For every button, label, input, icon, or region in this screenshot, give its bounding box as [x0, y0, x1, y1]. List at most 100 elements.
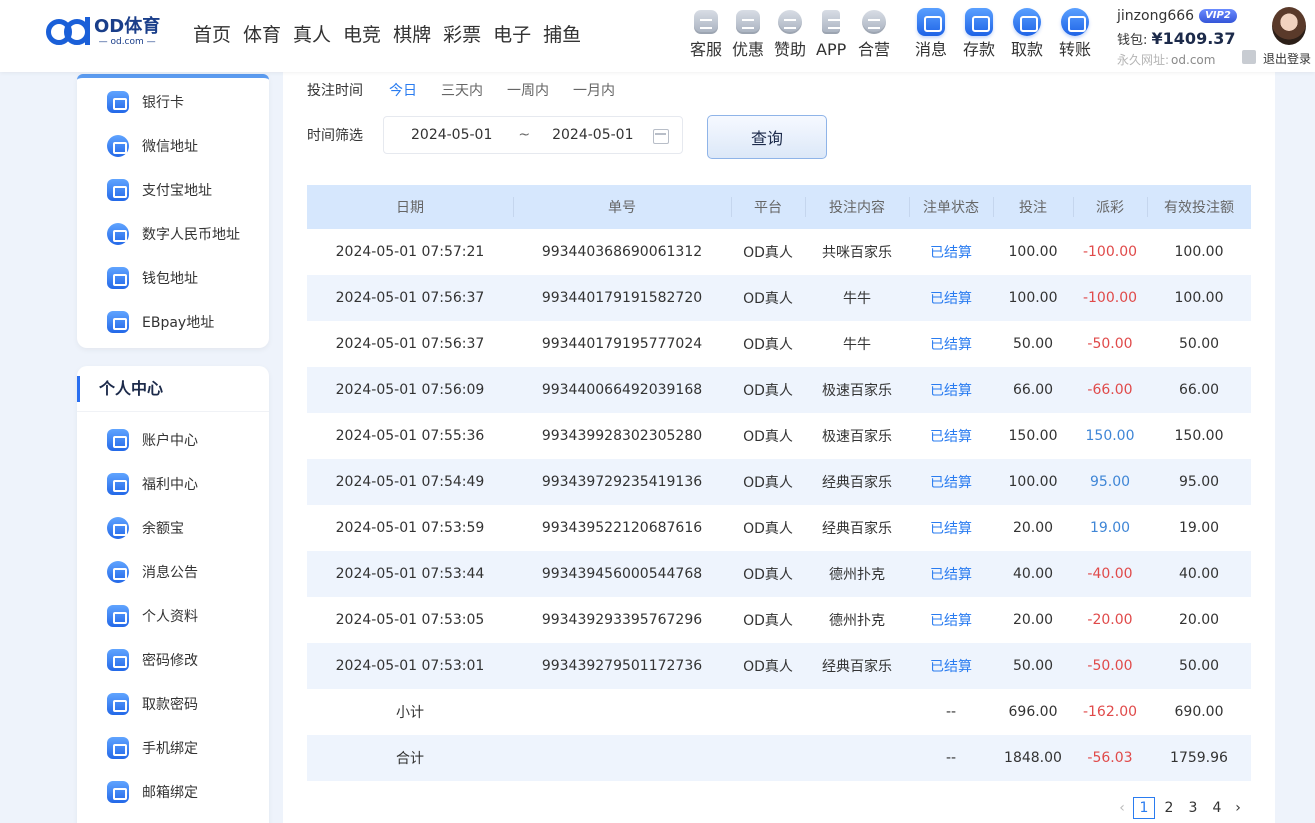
- crypto-wallet-icon: [107, 267, 129, 289]
- wechat-icon: [107, 135, 129, 157]
- cell-date: 2024-05-01 07:54:49: [335, 474, 485, 490]
- subtotal-bet: 696.00: [1008, 704, 1058, 720]
- cell-status: 已结算: [930, 659, 972, 675]
- action-messages[interactable]: 消息: [915, 8, 947, 60]
- empty-cell: [513, 735, 731, 781]
- welfare-icon: [107, 473, 129, 495]
- sidebar-item-digital-rmb[interactable]: 数字人民币地址: [107, 222, 240, 246]
- quick-promo-label: 优惠: [732, 40, 765, 59]
- action-deposit[interactable]: 存款: [963, 8, 995, 60]
- page-3[interactable]: 3: [1181, 800, 1205, 816]
- action-transfer-label: 转账: [1059, 40, 1092, 59]
- nav-live[interactable]: 真人: [293, 22, 331, 48]
- cell-bet-content: 经典百家乐: [822, 659, 892, 675]
- range-3days[interactable]: 三天内: [441, 80, 483, 100]
- sidebar-item-bank-card[interactable]: 银行卡: [107, 90, 184, 114]
- cell-bet-content: 德州扑克: [829, 613, 885, 629]
- sidebar-item-label: 福利中心: [142, 477, 198, 493]
- page-2[interactable]: 2: [1157, 800, 1181, 816]
- sidebar-item-label: 数字人民币地址: [142, 227, 240, 243]
- logout-link[interactable]: 退出登录: [1263, 50, 1311, 67]
- subtotal-label: 小计: [396, 705, 424, 721]
- phone-icon: [822, 10, 841, 34]
- total-row: 合计 -- 1848.00 -56.03 1759.96: [307, 735, 1251, 781]
- handshake-icon: [862, 10, 886, 34]
- prev-page-icon[interactable]: ‹: [1113, 800, 1131, 816]
- cell-bet: 50.00: [1012, 658, 1054, 674]
- cell-bet: 20.00: [1012, 612, 1054, 628]
- quick-app[interactable]: APP: [816, 8, 846, 60]
- quick-promo[interactable]: 优惠: [732, 8, 764, 60]
- cell-bet-content: 经典百家乐: [822, 475, 892, 491]
- main-nav: 首页 体育 真人 电竞 棋牌 彩票 电子 捕鱼: [193, 22, 593, 48]
- end-date[interactable]: 2024-05-01: [552, 127, 633, 143]
- page-1[interactable]: 1: [1133, 797, 1155, 819]
- cell-date: 2024-05-01 07:53:44: [335, 566, 485, 582]
- range-today[interactable]: 今日: [389, 80, 417, 100]
- logo-name: OD体育: [94, 16, 161, 37]
- sidebar-item-password[interactable]: 密码修改: [107, 648, 198, 672]
- sidebar-item-label: 个人资料: [142, 609, 198, 625]
- cell-bet-content: 极速百家乐: [822, 429, 892, 445]
- cell-payout: -100.00: [1082, 290, 1138, 306]
- nav-fishing[interactable]: 捕鱼: [543, 22, 581, 48]
- sidebar-item-account[interactable]: 账户中心: [107, 428, 198, 452]
- search-icon[interactable]: [1242, 50, 1256, 64]
- quick-service[interactable]: 客服: [690, 8, 722, 60]
- sidebar-item-wallet-address[interactable]: 钱包地址: [107, 266, 198, 290]
- nav-sports[interactable]: 体育: [243, 22, 281, 48]
- page-4[interactable]: 4: [1205, 800, 1229, 816]
- table-body: 2024-05-01 07:57:21 993440368690061312 OD真…: [307, 229, 1251, 781]
- bank-card-icon: [107, 91, 129, 113]
- sidebar-item-wechat[interactable]: 微信地址: [107, 134, 198, 158]
- action-withdraw[interactable]: 取款: [1011, 8, 1043, 60]
- quick-sponsor[interactable]: 赞助: [774, 8, 806, 60]
- digital-rmb-icon: [107, 223, 129, 245]
- lock-icon: [107, 649, 129, 671]
- col-bet: 投注: [993, 185, 1073, 229]
- cell-bet: 100.00: [1008, 474, 1058, 490]
- action-messages-label: 消息: [915, 40, 948, 59]
- sidebar-item-ebpay[interactable]: EBpay地址: [107, 310, 214, 334]
- time-filter-label: 时间筛选: [307, 128, 363, 144]
- cell-payout: -66.00: [1087, 382, 1133, 398]
- date-separator: ~: [518, 127, 531, 143]
- subtotal-payout: -162.00: [1082, 704, 1138, 720]
- od-logo[interactable]: OD体育 — od.com —: [46, 16, 160, 48]
- start-date[interactable]: 2024-05-01: [411, 127, 492, 143]
- sidebar-item-label: 账户中心: [142, 433, 198, 449]
- nav-home[interactable]: 首页: [193, 22, 231, 48]
- sidebar-item-notices[interactable]: 消息公告: [107, 560, 198, 584]
- date-range-picker[interactable]: 2024-05-01 ~ 2024-05-01: [383, 116, 683, 154]
- sidebar-item-phone-bind[interactable]: 手机绑定: [107, 736, 198, 760]
- nav-lottery[interactable]: 彩票: [443, 22, 481, 48]
- cell-payout: 19.00: [1089, 520, 1131, 536]
- balance-value: ¥1409.37: [1151, 29, 1236, 48]
- quick-partner[interactable]: 合营: [858, 8, 890, 60]
- range-week[interactable]: 一周内: [507, 80, 549, 100]
- sidebar-item-welfare[interactable]: 福利中心: [107, 472, 198, 496]
- cell-bet: 40.00: [1012, 566, 1054, 582]
- withdraw-lock-icon: [107, 693, 129, 715]
- cell-payout: -50.00: [1087, 336, 1133, 352]
- sidebar-item-alipay[interactable]: 支付宝地址: [107, 178, 212, 202]
- calendar-icon[interactable]: [653, 129, 669, 144]
- nav-slots[interactable]: 电子: [493, 22, 531, 48]
- cell-valid-bet: 100.00: [1174, 244, 1224, 260]
- nav-chess[interactable]: 棋牌: [393, 22, 431, 48]
- action-transfer[interactable]: 转账: [1059, 8, 1091, 60]
- nav-esports[interactable]: 电竞: [343, 22, 381, 48]
- piggy-bank-icon: [107, 517, 129, 539]
- top-header: OD体育 — od.com — 首页 体育 真人 电竞 棋牌 彩票 电子 捕鱼 …: [0, 0, 1315, 72]
- next-page-icon[interactable]: ›: [1229, 800, 1247, 816]
- empty-cell: [513, 689, 731, 735]
- avatar[interactable]: [1272, 7, 1306, 45]
- range-month[interactable]: 一月内: [573, 80, 615, 100]
- sidebar-item-profile[interactable]: 个人资料: [107, 604, 198, 628]
- query-button[interactable]: 查询: [707, 115, 827, 159]
- sidebar-item-email-bind[interactable]: 邮箱绑定: [107, 780, 198, 804]
- cell-date: 2024-05-01 07:55:36: [335, 428, 485, 444]
- permanent-url-value: od.com: [1171, 53, 1216, 67]
- sidebar-item-yuebao[interactable]: 余额宝: [107, 516, 184, 540]
- sidebar-item-withdraw-password[interactable]: 取款密码: [107, 692, 198, 716]
